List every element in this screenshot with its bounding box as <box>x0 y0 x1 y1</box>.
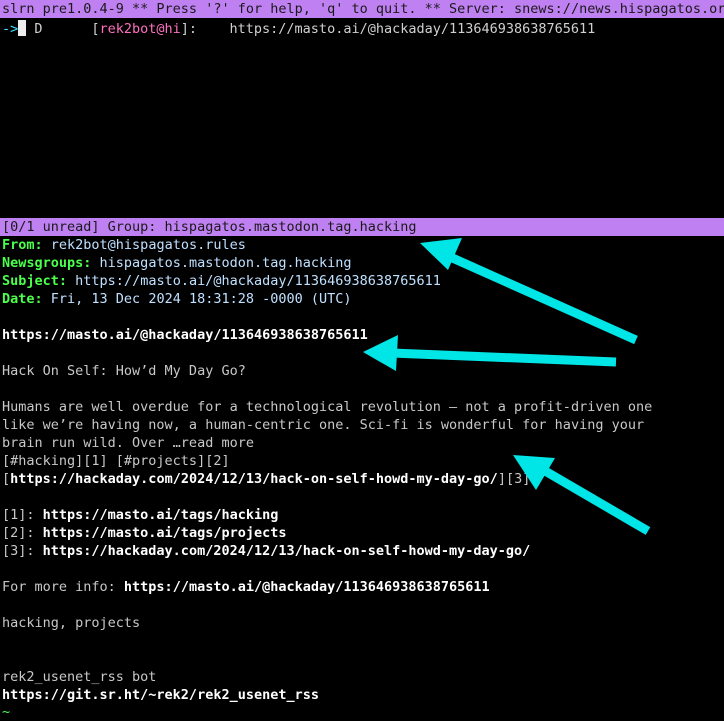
annotation-arrows <box>363 238 651 535</box>
body-paragraph-line-1: Humans are well overdue for a technologi… <box>2 399 653 415</box>
ref-1-link[interactable]: https://masto.ai/tags/hacking <box>43 507 279 523</box>
from-value: rek2bot@hispagatos.rules <box>50 237 246 253</box>
signature-url[interactable]: https://git.sr.ht/~rek2/rek2_usenet_rss <box>2 686 319 704</box>
header-date: Date: Fri, 13 Dec 2024 18:31:28 -0000 (U… <box>2 290 352 308</box>
date-value: Fri, 13 Dec 2024 18:31:28 -0000 (UTC) <box>50 291 352 307</box>
header-newsgroups: Newsgroups: hispagatos.mastodon.tag.hack… <box>2 254 352 272</box>
ref-1: [1]: https://masto.ai/tags/hacking <box>2 507 279 523</box>
annotation-arrow-3-icon <box>513 455 651 535</box>
annotation-arrow-2-icon <box>363 335 617 371</box>
tilde-line: ~ <box>2 704 11 720</box>
ref-2: [2]: https://masto.ai/tags/projects <box>2 525 287 541</box>
signature-name: rek2_usenet_rss bot <box>2 669 157 685</box>
article-author: rek2bot@hi <box>99 21 181 37</box>
body-paragraph-line-2: like we’re having now, a human-centric o… <box>2 417 645 433</box>
body-tags-line: [#hacking][1] [#projects][2] <box>2 453 230 469</box>
tags-plain: hacking, projects <box>2 615 141 631</box>
subject-value: https://masto.ai/@hackaday/1136469386387… <box>75 273 441 289</box>
article-flag: D <box>34 21 43 37</box>
ref-2-link[interactable]: https://masto.ai/tags/projects <box>43 525 287 541</box>
pointer-arrow: -> <box>2 21 19 37</box>
body-link-line: [https://hackaday.com/2024/12/13/hack-on… <box>2 471 531 487</box>
more-info-line: For more info: https://masto.ai/@hackada… <box>2 579 490 595</box>
article-link[interactable]: https://hackaday.com/2024/12/13/hack-on-… <box>10 471 498 487</box>
group-status-bar: [0/1 unread] Group: hispagatos.mastodon.… <box>0 218 724 236</box>
date-label: Date: <box>2 291 43 307</box>
status-bar: slrn pre1.0.4-9 ** Press '?' for help, '… <box>0 0 724 18</box>
body-paragraph-line-3: brain run wild. Over …read more <box>2 435 254 451</box>
newsgroups-value: hispagatos.mastodon.tag.hacking <box>99 255 352 271</box>
article-row[interactable]: -> D [rek2bot@hi]: https://masto.ai/@hac… <box>2 20 595 38</box>
author-close-bracket: ]: <box>180 21 198 37</box>
newsgroups-label: Newsgroups: <box>2 255 92 271</box>
subject-label: Subject: <box>2 273 68 289</box>
ref-3: [3]: https://hackaday.com/2024/12/13/hac… <box>2 543 531 559</box>
article-subject: https://masto.ai/@hackaday/1136469386387… <box>229 21 596 37</box>
header-from: From: rek2bot@hispagatos.rules <box>2 236 246 254</box>
body-title: Hack On Self: How’d My Day Go? <box>2 363 246 379</box>
header-subject: Subject: https://masto.ai/@hackaday/1136… <box>2 272 441 290</box>
ref-3-link[interactable]: https://hackaday.com/2024/12/13/hack-on-… <box>43 543 531 559</box>
from-label: From: <box>2 237 43 253</box>
text-cursor <box>18 20 27 36</box>
annotation-arrow-1-icon <box>420 238 638 345</box>
body-url-line[interactable]: https://masto.ai/@hackaday/1136469386387… <box>2 326 368 344</box>
more-info-link[interactable]: https://masto.ai/@hackaday/1136469386387… <box>124 579 490 595</box>
